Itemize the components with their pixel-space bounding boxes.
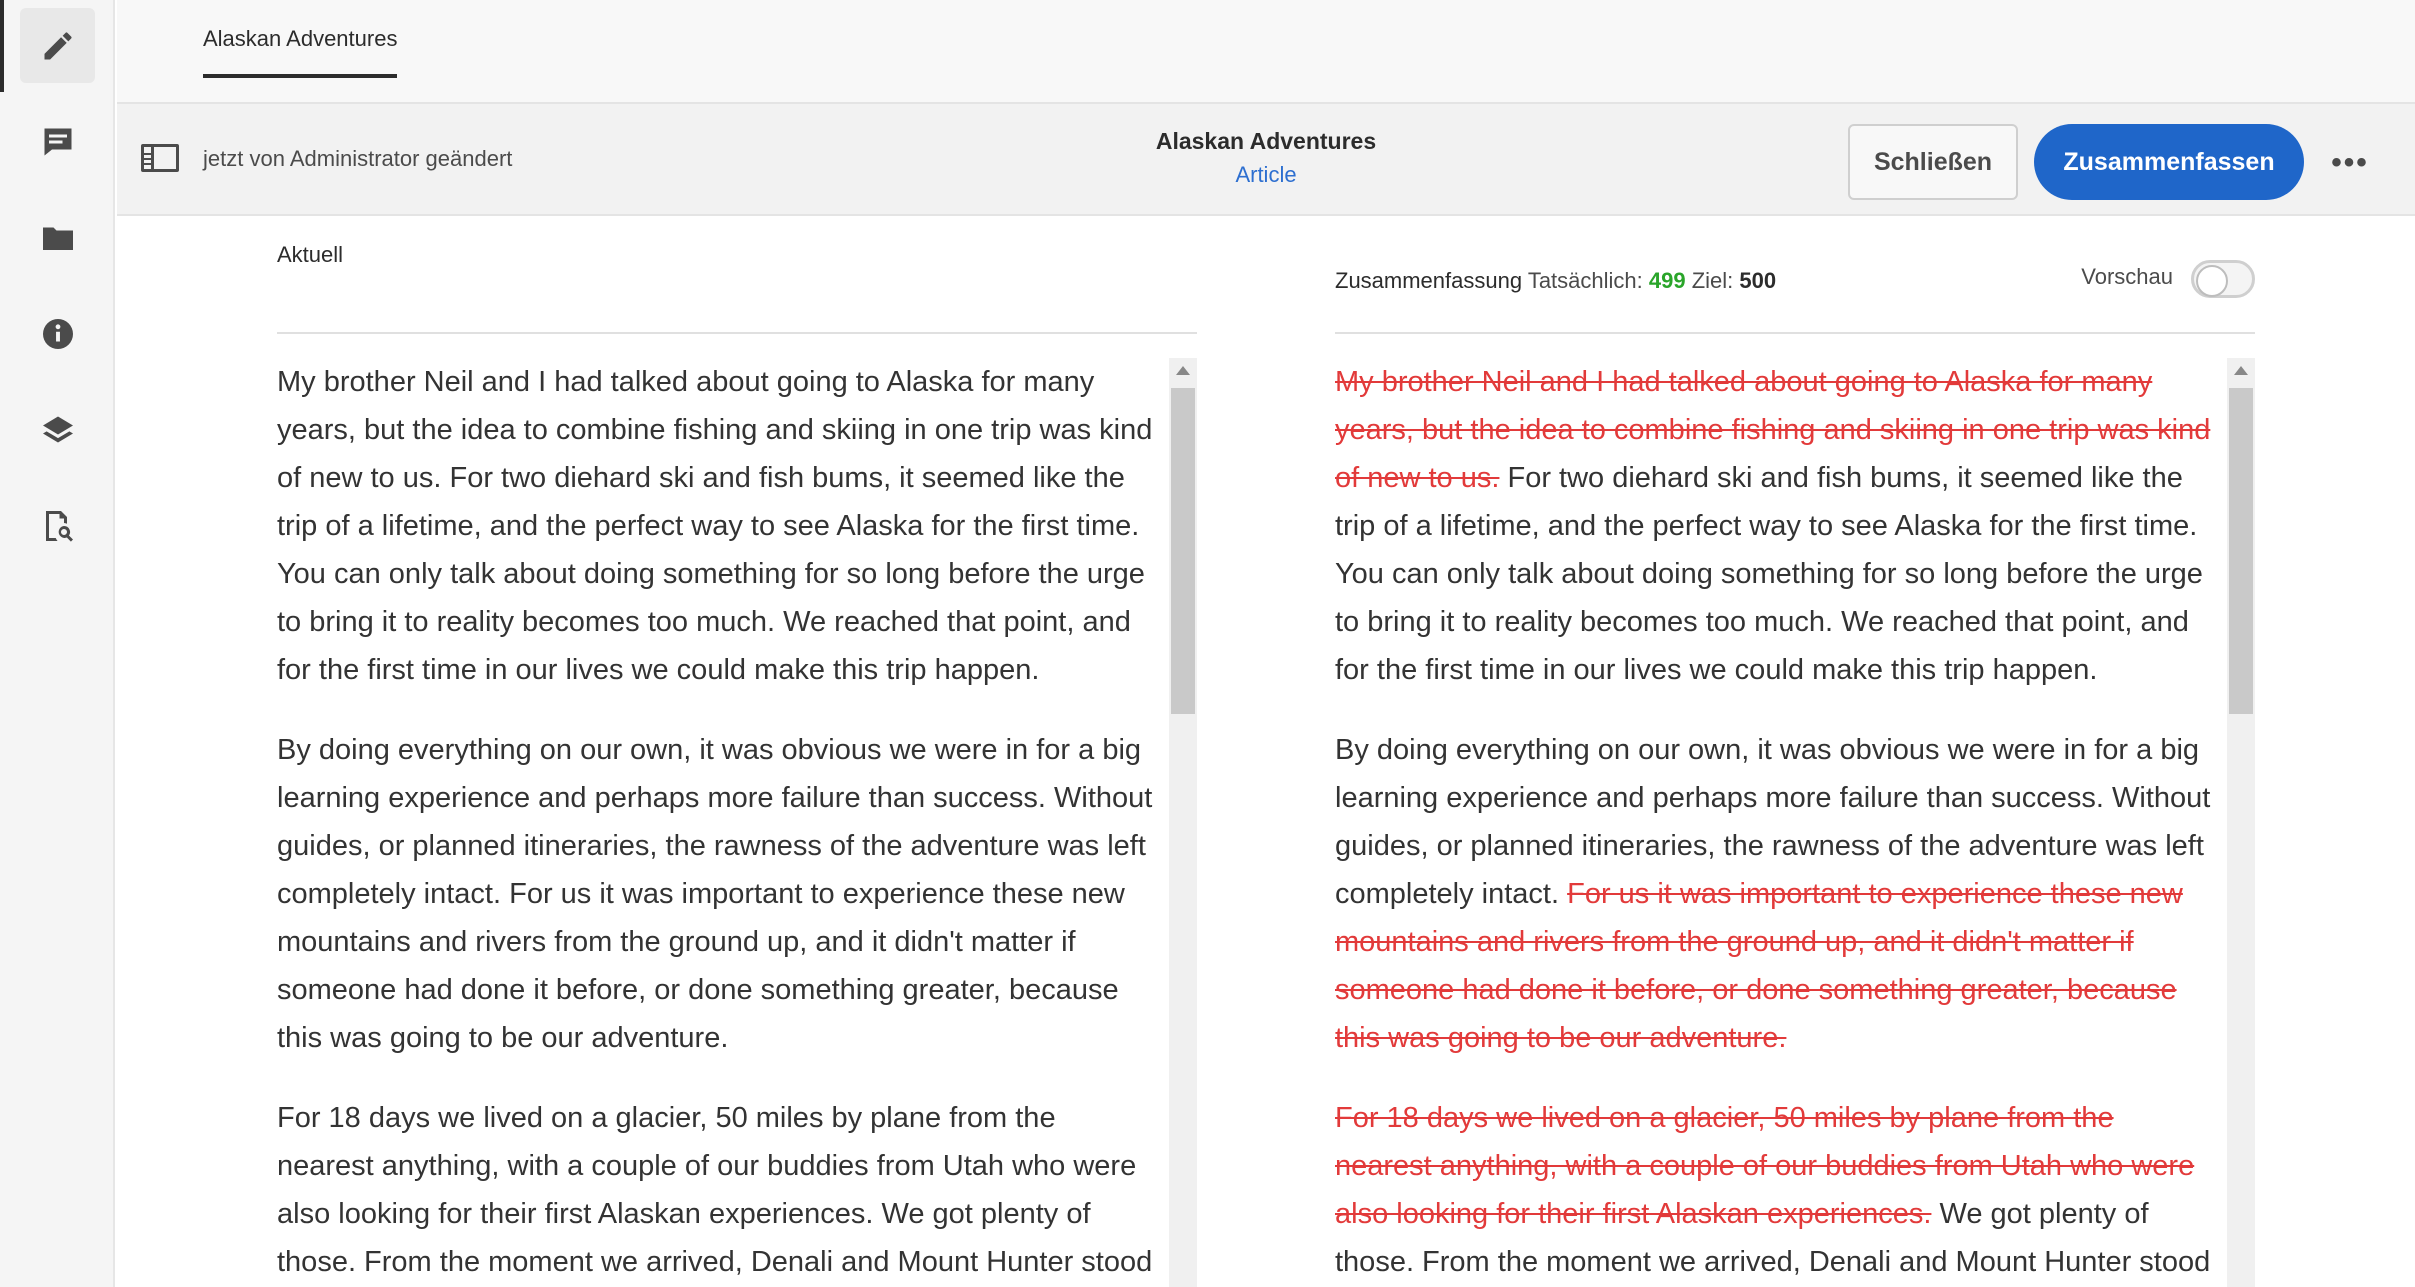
tab-bar: Alaskan Adventures <box>117 0 2415 102</box>
kept-text: For two diehard ski and fish bums, it se… <box>1335 462 2203 686</box>
folder-icon <box>42 227 73 250</box>
preview-toggle[interactable] <box>2191 260 2255 298</box>
comment-icon <box>44 128 71 155</box>
rail-edit-button[interactable] <box>20 8 95 83</box>
summary-header: Zusammenfassung Tatsächlich: 499 Ziel: 5… <box>1335 216 2255 334</box>
tab-alaskan-adventures[interactable]: Alaskan Adventures <box>203 26 398 78</box>
current-scrollbar[interactable] <box>1169 358 1197 1287</box>
current-paragraph: My brother Neil and I had talked about g… <box>277 366 1153 686</box>
current-header: Aktuell <box>277 216 1197 334</box>
left-rail <box>0 0 115 1287</box>
current-paragraph: By doing everything on our own, it was o… <box>277 734 1153 1054</box>
current-label: Aktuell <box>277 242 344 267</box>
summary-paragraph: By doing everything on our own, it was o… <box>1335 726 2215 1062</box>
summary-text-panel: Zusammenfassung Tatsächlich: 499 Ziel: 5… <box>1335 216 2255 1287</box>
summary-text-area[interactable]: My brother Neil and I had talked about g… <box>1335 358 2235 1287</box>
actual-count-value: 499 <box>1648 268 1686 293</box>
rail-folder-button[interactable] <box>20 200 95 275</box>
rail-comments-button[interactable] <box>20 104 95 179</box>
action-bar: jetzt von Administrator geändert Alaskan… <box>117 102 2415 216</box>
more-options-icon[interactable]: ••• <box>2325 138 2375 188</box>
pencil-icon <box>44 32 71 59</box>
scroll-up-arrow-icon[interactable] <box>1176 366 1190 375</box>
scroll-thumb[interactable] <box>1171 388 1195 714</box>
actual-count-label: Tatsächlich: <box>1527 268 1643 293</box>
rail-active-indicator <box>0 0 4 92</box>
scroll-thumb[interactable] <box>2229 388 2253 714</box>
rail-layers-button[interactable] <box>20 392 95 467</box>
target-count-label: Ziel: <box>1691 268 1734 293</box>
summary-scrollbar[interactable] <box>2227 358 2255 1287</box>
current-paragraph: For 18 days we lived on a glacier, 50 mi… <box>277 1102 1153 1278</box>
rail-document-search-button[interactable] <box>20 488 95 563</box>
rail-info-button[interactable] <box>20 296 95 371</box>
current-text-area[interactable]: My brother Neil and I had talked about g… <box>277 358 1177 1287</box>
preview-label: Vorschau <box>2081 264 2173 289</box>
summary-paragraph: For 18 days we lived on a glacier, 50 mi… <box>1335 1094 2215 1287</box>
target-count-value: 500 <box>1739 268 1777 293</box>
document-search-icon <box>45 510 73 542</box>
scroll-up-arrow-icon[interactable] <box>2234 366 2248 375</box>
current-text-panel: Aktuell My brother Neil and I had talked… <box>277 216 1197 1287</box>
close-button[interactable]: Schließen <box>1848 124 2018 200</box>
info-icon <box>42 318 73 349</box>
summary-label-group: Zusammenfassung Tatsächlich: 499 Ziel: 5… <box>1335 268 1776 294</box>
summary-label: Zusammenfassung <box>1335 268 1523 293</box>
summary-paragraph: My brother Neil and I had talked about g… <box>1335 358 2215 694</box>
summarize-button[interactable]: Zusammenfassen <box>2034 124 2304 200</box>
layers-icon <box>42 416 73 442</box>
